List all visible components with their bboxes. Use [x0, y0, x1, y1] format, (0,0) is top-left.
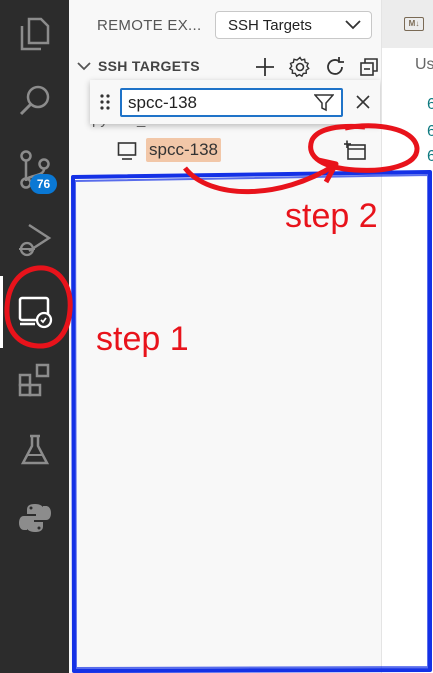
filter-icon [314, 94, 334, 112]
collapse-all-button[interactable] [358, 56, 380, 78]
remote-explorer-icon[interactable] [0, 282, 69, 342]
ssh-host-row[interactable]: spcc-138 [69, 137, 381, 165]
find-input[interactable] [128, 93, 298, 113]
chevron-down-icon [345, 20, 361, 30]
search-icon[interactable] [0, 70, 69, 130]
refresh-icon [327, 57, 344, 75]
code-fragment: 6 [427, 148, 433, 165]
find-input-container [120, 88, 343, 117]
sidebar-title: REMOTE EX... [97, 16, 202, 34]
section-title: SSH TARGETS [98, 58, 200, 74]
source-control-badge: 76 [30, 174, 57, 194]
step-1-annotation: step 1 [96, 320, 189, 358]
connect-in-new-window-button[interactable] [344, 139, 368, 163]
python-icon[interactable] [0, 488, 69, 548]
new-window-icon [344, 140, 366, 160]
target-type-select-value: SSH Targets [228, 16, 312, 34]
editor-area: M↓ Us 6 6 6 [381, 0, 433, 673]
testing-icon[interactable] [0, 420, 69, 480]
editor-tab-bar: M↓ [382, 0, 433, 48]
extensions-icon[interactable] [0, 350, 69, 410]
drag-handle-icon[interactable] [100, 94, 110, 110]
close-icon [356, 95, 370, 109]
chevron-down-icon [77, 62, 91, 71]
collapse-all-icon [360, 58, 378, 76]
code-fragment: 6 [427, 96, 433, 113]
run-and-debug-icon[interactable] [0, 210, 69, 270]
ssh-host-label: spcc-138 [146, 138, 221, 162]
monitor-icon [117, 142, 137, 160]
configure-button[interactable] [289, 56, 311, 78]
code-fragment: 6 [427, 123, 433, 140]
gear-icon [289, 56, 310, 78]
tree-find-widget [90, 80, 380, 124]
plus-icon [256, 58, 274, 76]
filter-button[interactable] [313, 92, 335, 114]
ssh-targets-section-header[interactable]: SSH TARGETS [69, 52, 381, 80]
explorer-icon[interactable] [0, 4, 69, 64]
sidebar-header: REMOTE EX... SSH Targets [69, 0, 381, 50]
markdown-file-icon[interactable]: M↓ [404, 17, 424, 31]
close-find-button[interactable] [352, 91, 374, 113]
add-new-host-button[interactable] [254, 56, 276, 78]
editor-partial-text: Us [415, 56, 433, 73]
activity-bar: 76 [0, 0, 69, 673]
refresh-button[interactable] [324, 56, 346, 78]
step-2-annotation: step 2 [285, 197, 378, 235]
target-type-select[interactable]: SSH Targets [215, 11, 372, 39]
